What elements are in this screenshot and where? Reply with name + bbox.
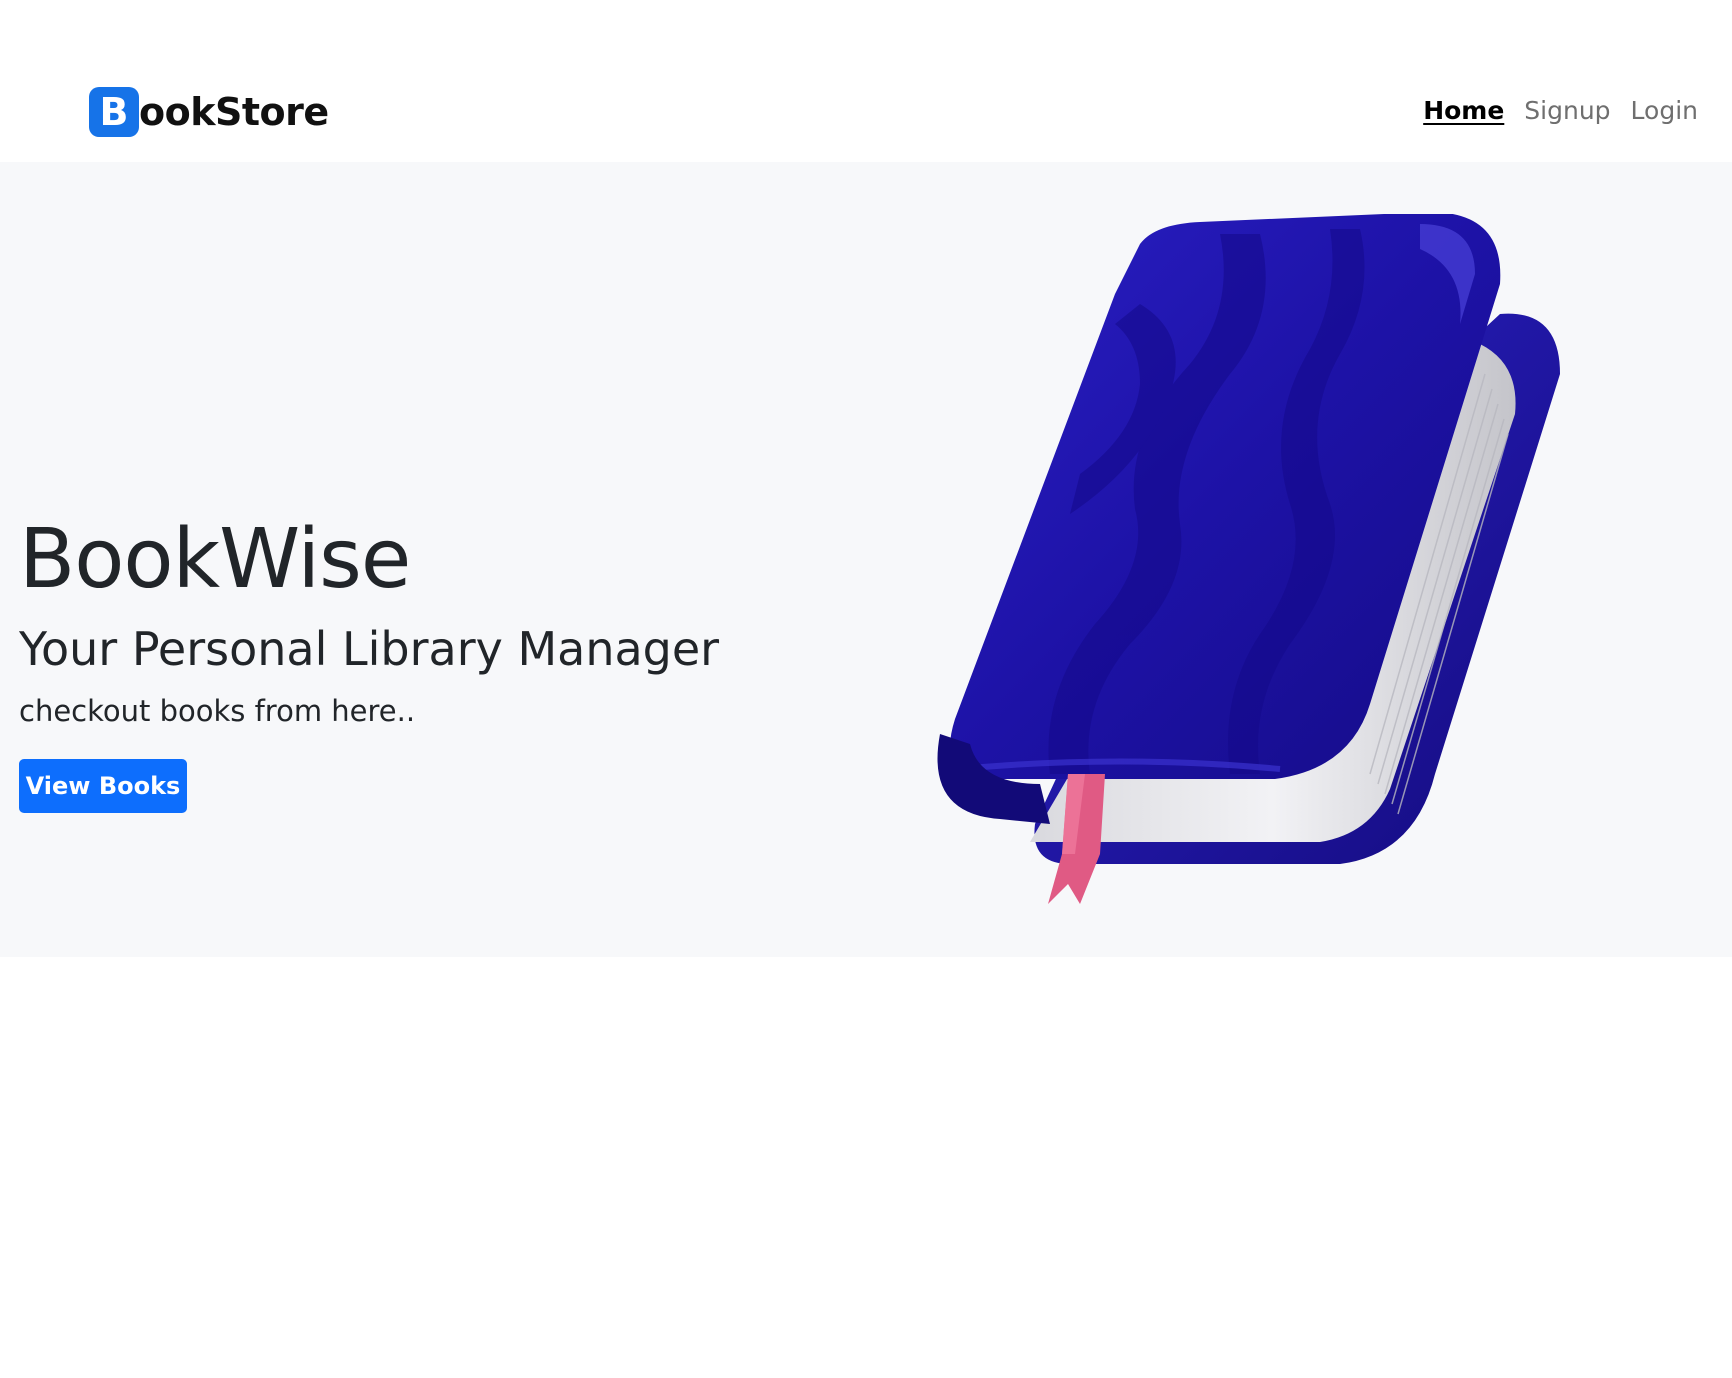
nav-link-home[interactable]: Home (1423, 96, 1504, 125)
nav-links: Home Signup Login (1423, 96, 1698, 125)
navbar: B ookStore Home Signup Login (0, 0, 1732, 162)
book-illustration-icon (920, 212, 1570, 924)
hero-tagline: checkout books from here.. (19, 694, 416, 728)
nav-link-login[interactable]: Login (1631, 96, 1698, 125)
brand-name: ookStore (139, 90, 329, 134)
hero-section: BookWise Your Personal Library Manager c… (0, 162, 1732, 957)
brand-logo[interactable]: B ookStore (89, 86, 329, 138)
nav-link-signup[interactable]: Signup (1524, 96, 1610, 125)
hero-title: BookWise (19, 512, 411, 607)
hero-subtitle: Your Personal Library Manager (19, 622, 720, 676)
brand-initial-badge: B (89, 87, 139, 137)
view-books-button[interactable]: View Books (19, 759, 187, 813)
